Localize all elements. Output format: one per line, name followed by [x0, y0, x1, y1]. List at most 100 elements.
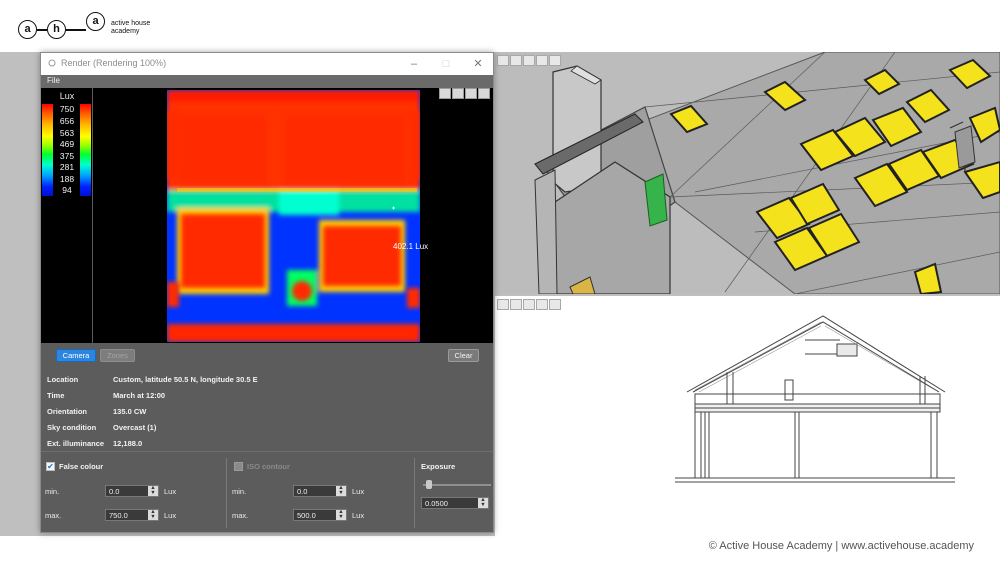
logo-dash — [37, 29, 47, 31]
clear-button[interactable]: Clear — [448, 349, 479, 362]
legend-colour-bar — [80, 104, 91, 196]
exposure-label: Exposure — [421, 462, 456, 471]
lux-legend: Lux 750 656 563 469 375 281 188 94 — [41, 88, 93, 343]
legend-value: 188 — [59, 174, 75, 184]
house-section-drawing — [675, 315, 955, 483]
render-window[interactable]: Render (Rendering 100%) – □ ✕ File Lux 7… — [40, 52, 494, 533]
legend-value: 94 — [62, 185, 72, 195]
render-toolbar[interactable] — [439, 88, 493, 100]
legend-value: 563 — [59, 128, 75, 138]
iso-contour-max-input[interactable]: 500.0 ▲ ▼ — [293, 509, 347, 521]
spin-value: 500.0 — [297, 511, 316, 520]
logo-text: active house academy — [111, 20, 151, 35]
minimize-icon[interactable]: – — [403, 56, 425, 72]
logo-letter-h: h — [47, 20, 66, 39]
unit-label: Lux — [164, 511, 177, 520]
legend-value: 375 — [59, 151, 75, 161]
rotate-tool-icon[interactable] — [510, 299, 522, 310]
spin-value: 0.0 — [109, 487, 120, 496]
zoom-tool-icon[interactable] — [523, 55, 535, 66]
spin-arrows-icon[interactable]: ▲ ▼ — [478, 497, 488, 508]
info-value: Overcast (1) — [113, 423, 157, 432]
legend-value: 656 — [59, 116, 75, 126]
window-titlebar[interactable]: Render (Rendering 100%) – □ ✕ — [41, 53, 493, 75]
walk-tool-icon[interactable] — [536, 55, 548, 66]
legend-value: 469 — [59, 139, 75, 149]
window-title: Render (Rendering 100%) — [61, 58, 167, 68]
viewport-section-toolbar[interactable] — [497, 297, 562, 310]
legend-value: 281 — [59, 162, 75, 172]
false-colour-label: False colour — [59, 462, 104, 471]
viewport-3d-toolbar[interactable] — [497, 53, 562, 66]
pick-icon[interactable] — [478, 88, 490, 99]
render-canvas[interactable]: Lux 750 656 563 469 375 281 188 94 402.1… — [41, 88, 493, 343]
iso-contour-min-input[interactable]: 0.0 ▲ ▼ — [293, 485, 347, 497]
info-panel: Location Custom, latitude 50.5 N, longit… — [41, 367, 493, 451]
legend-value: 750 — [59, 104, 75, 114]
false-colour-max-input[interactable]: 750.0 ▲ ▼ — [105, 509, 159, 521]
viewport-3d[interactable] — [495, 52, 1000, 294]
info-value: 12,188.0 — [113, 439, 143, 448]
iso-contour-label: ISO contour — [247, 462, 290, 471]
logo: a h a active house academy — [14, 12, 164, 42]
spin-arrows-icon[interactable]: ▲ ▼ — [336, 509, 346, 520]
spin-value: 750.0 — [109, 511, 128, 520]
hand-tool-icon[interactable] — [497, 55, 509, 66]
house-3d-model — [534, 52, 1000, 294]
info-value: March at 12:00 — [113, 391, 166, 400]
false-colour-render — [167, 90, 420, 342]
iso-contour-max-label: max. — [232, 511, 249, 520]
info-key: Orientation — [47, 407, 88, 416]
logo-letter-a-2: a — [86, 12, 105, 31]
hand-tool-icon[interactable] — [497, 299, 509, 310]
walk-tool-icon[interactable] — [536, 299, 548, 310]
view-cube-icon[interactable] — [549, 55, 561, 66]
divider — [226, 458, 227, 528]
unit-label: Lux — [352, 487, 365, 496]
copyright-footer: © Active House Academy | www.activehouse… — [708, 540, 974, 552]
false-colour-max-label: max. — [45, 511, 62, 520]
spin-value: 0.0500 — [425, 499, 448, 508]
info-value: Custom, latitude 50.5 N, longitude 30.5 … — [113, 375, 258, 384]
hand-icon[interactable] — [439, 88, 451, 99]
menu-file[interactable]: File — [47, 76, 60, 85]
zoom-tool-icon[interactable] — [523, 299, 535, 310]
legend-colour-bar — [42, 104, 53, 196]
view-cube-icon[interactable] — [549, 299, 561, 310]
slide: a h a active house academy Render (Rende… — [0, 0, 1000, 563]
false-colour-checkbox[interactable]: ✔ — [46, 462, 55, 471]
unit-label: Lux — [164, 487, 177, 496]
info-key: Time — [47, 391, 65, 400]
pick-icon[interactable] — [452, 88, 464, 99]
exposure-input[interactable]: 0.0500 ▲ ▼ — [421, 497, 489, 509]
pick-icon[interactable] — [465, 88, 477, 99]
iso-contour-min-label: min. — [232, 487, 247, 496]
menubar: File — [41, 75, 493, 88]
info-key: Location — [47, 375, 79, 384]
spin-arrows-icon[interactable]: ▲ ▼ — [148, 485, 158, 496]
info-key: Ext. illuminance — [47, 439, 105, 448]
exposure-slider-track[interactable] — [423, 484, 491, 486]
false-colour-min-label: min. — [45, 487, 60, 496]
unit-label: Lux — [352, 511, 365, 520]
iso-contour-checkbox[interactable] — [234, 462, 243, 471]
maximize-icon[interactable]: □ — [435, 56, 457, 72]
info-key: Sky condition — [47, 423, 97, 432]
viewport-section[interactable] — [495, 296, 1000, 536]
display-controls: ✔ False colour min. 0.0 ▲ ▼ Lux max. 750.… — [41, 451, 493, 532]
spin-value: 0.0 — [297, 487, 308, 496]
close-icon[interactable]: ✕ — [467, 56, 489, 72]
logo-dash — [66, 29, 86, 31]
spin-arrows-icon[interactable]: ▲ ▼ — [148, 509, 158, 520]
exposure-slider-handle[interactable] — [426, 480, 432, 489]
app-icon — [48, 59, 56, 67]
divider — [414, 458, 415, 528]
probe-reading: 402.1 Lux — [393, 242, 429, 251]
false-colour-min-input[interactable]: 0.0 ▲ ▼ — [105, 485, 159, 497]
logo-letter-a: a — [18, 20, 37, 39]
zones-button[interactable]: Zones — [100, 349, 135, 362]
camera-button[interactable]: Camera — [56, 349, 96, 362]
spin-arrows-icon[interactable]: ▲ ▼ — [336, 485, 346, 496]
rotate-tool-icon[interactable] — [510, 55, 522, 66]
mode-buttons-row: Camera Zones Clear — [41, 343, 493, 367]
